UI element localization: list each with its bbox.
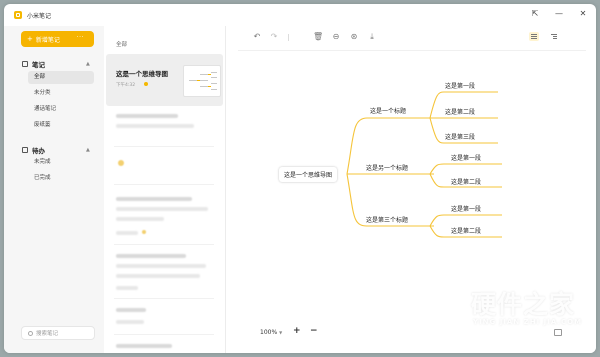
watermark-title: 硬件之家 bbox=[471, 290, 576, 319]
search-input[interactable]: 搜索笔记 bbox=[21, 326, 95, 340]
mindmap-branch-2[interactable]: 这是另一个标题 bbox=[366, 163, 408, 172]
new-note-button[interactable]: + 新增笔记 ··· bbox=[21, 31, 94, 47]
note-card-selected[interactable]: 这是一个思维导图 下午4:32 bbox=[106, 54, 223, 106]
app-logo-icon bbox=[14, 11, 22, 19]
pin-icon[interactable]: ⇱ bbox=[530, 9, 540, 18]
mindmap-leaf-1-3[interactable]: 这是第三段 bbox=[445, 132, 475, 141]
watermark-logo-icon bbox=[427, 282, 465, 324]
checkbox-icon bbox=[22, 147, 28, 153]
close-button[interactable]: ✕ bbox=[578, 9, 588, 18]
mindmap-leaf-2-1[interactable]: 这是第一段 bbox=[451, 153, 481, 162]
mindmap-branch-3[interactable]: 这是第三个标题 bbox=[366, 215, 408, 224]
mindmap-leaf-3-2[interactable]: 这是第二段 bbox=[451, 226, 481, 235]
search-placeholder: 搜索笔记 bbox=[36, 331, 59, 337]
mindmap-leaf-1-1[interactable]: 这是第一段 bbox=[445, 81, 475, 90]
notebook-icon bbox=[22, 61, 28, 67]
collapse-caret-icon[interactable]: ▲ bbox=[86, 61, 90, 67]
sidebar-item-uncategorized[interactable]: 未分类 bbox=[28, 87, 94, 100]
sidebar-item-call-notes[interactable]: 通话笔记 bbox=[28, 103, 94, 116]
note-tag-dot bbox=[144, 82, 148, 86]
sidebar-item-all[interactable]: 全部 bbox=[28, 71, 94, 84]
search-icon bbox=[28, 330, 33, 336]
minimize-button[interactable]: — bbox=[554, 9, 564, 18]
list-header: 全部 bbox=[116, 42, 128, 48]
mindmap-root-node[interactable]: 这是一个思维导图 bbox=[279, 167, 338, 182]
mindmap-leaf-2-2[interactable]: 这是第二段 bbox=[451, 177, 481, 186]
sidebar-item-completed[interactable]: 已完成 bbox=[28, 172, 94, 185]
mindmap-leaf-3-1[interactable]: 这是第一段 bbox=[451, 204, 481, 213]
zoom-level: 100% bbox=[260, 329, 278, 336]
sidebar-item-incomplete[interactable]: 未完成 bbox=[28, 156, 94, 169]
collapse-caret-icon[interactable]: ▲ bbox=[86, 147, 90, 153]
more-options-button[interactable]: ··· bbox=[77, 34, 84, 41]
sidebar: + 新增笔记 ··· 笔记 ▲ 全部 未分类 通话笔记 废纸篓 待办 ▲ 未完成… bbox=[4, 26, 104, 353]
title-bar: 小米笔记 ⇱ — ✕ bbox=[4, 4, 596, 26]
note-title: 这是一个思维导图 bbox=[116, 70, 168, 78]
note-time: 下午4:32 bbox=[116, 83, 136, 88]
notes-section-header[interactable]: 笔记 ▲ bbox=[22, 59, 90, 69]
plus-icon: + bbox=[27, 35, 33, 43]
zoom-out-button[interactable]: − bbox=[310, 326, 318, 336]
todo-section-header[interactable]: 待办 ▲ bbox=[22, 145, 90, 155]
notes-section-label: 笔记 bbox=[32, 61, 45, 69]
new-note-label: 新增笔记 bbox=[35, 36, 60, 44]
zoom-select[interactable]: 100% ▼ bbox=[260, 329, 282, 336]
todo-section-label: 待办 bbox=[32, 147, 45, 155]
mindmap-thumbnail bbox=[183, 65, 221, 97]
note-list: 全部 这是一个思维导图 下午4:32 bbox=[104, 26, 226, 353]
zoom-in-button[interactable]: + bbox=[293, 326, 301, 336]
app-title: 小米笔记 bbox=[27, 12, 52, 20]
mindmap-leaf-1-2[interactable]: 这是第二段 bbox=[445, 107, 475, 116]
mindmap-branch-1[interactable]: 这是一个标题 bbox=[370, 106, 406, 115]
watermark: 硬件之家 YING JIAN ZHI JIA.COM bbox=[425, 280, 590, 340]
sidebar-item-trash[interactable]: 废纸篓 bbox=[28, 119, 94, 132]
watermark-subtitle: YING JIAN ZHI JIA.COM bbox=[473, 318, 583, 326]
chevron-down-icon: ▼ bbox=[279, 330, 283, 335]
